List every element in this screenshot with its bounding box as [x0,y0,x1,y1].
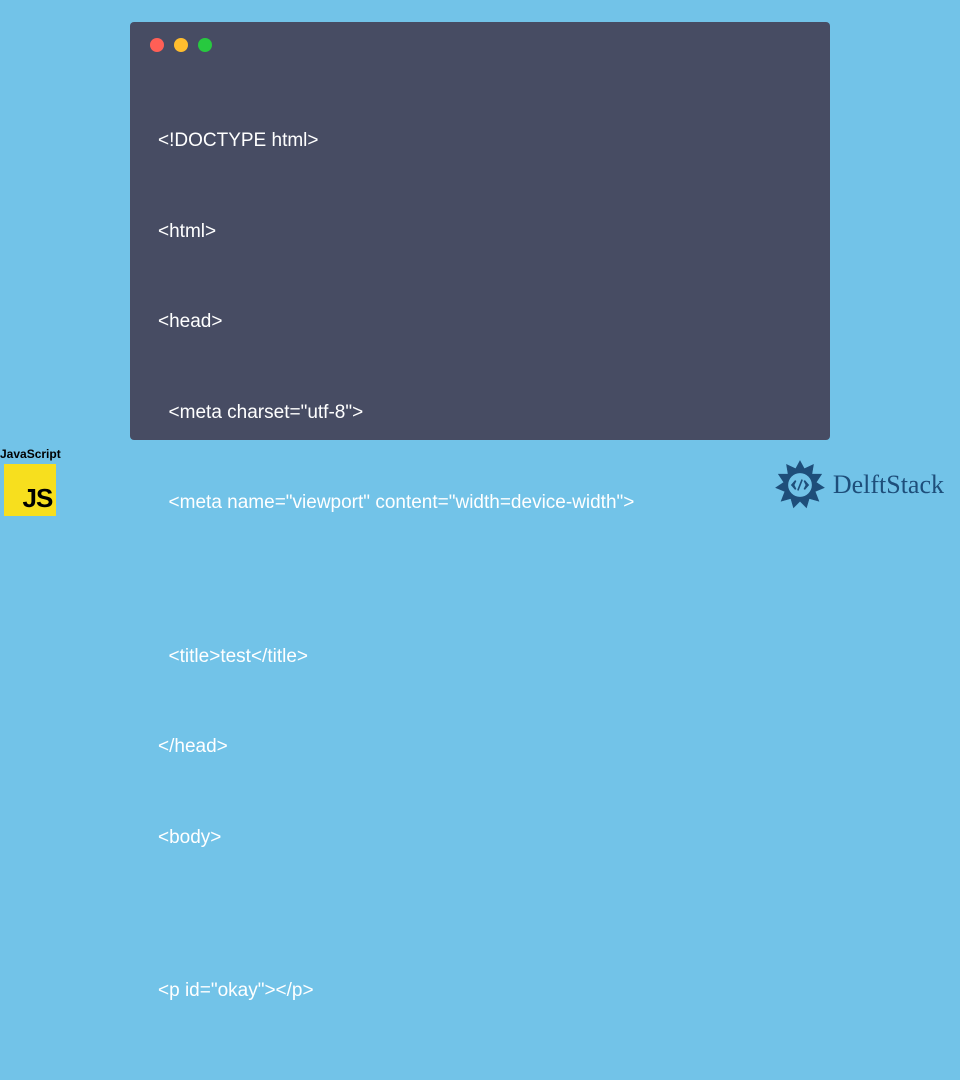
delftstack-name: DelftStack [833,470,944,500]
code-line: <title>test</title> [158,643,802,672]
delftstack-branding: DelftStack [773,458,944,512]
minimize-icon [174,38,188,52]
code-line: <meta charset="utf-8"> [158,399,802,428]
close-icon [150,38,164,52]
delftstack-logo-icon [773,458,827,512]
code-content: <!DOCTYPE html> <html> <head> <meta char… [130,60,830,1080]
code-line: <p id="okay"></p> [158,977,802,1006]
code-line: <!DOCTYPE html> [158,127,802,156]
window-controls [130,22,830,60]
javascript-logo-icon: JS [4,464,56,516]
code-line: <body> [158,824,802,853]
code-line: </head> [158,733,802,762]
code-line: <html> [158,218,802,247]
javascript-logo-text: JS [23,483,53,514]
code-window: <!DOCTYPE html> <html> <head> <meta char… [130,22,830,440]
maximize-icon [198,38,212,52]
javascript-label: JavaScript [0,447,61,461]
code-line: <head> [158,308,802,337]
javascript-badge: JavaScript JS [0,447,61,516]
code-line: <meta name="viewport" content="width=dev… [158,489,802,518]
